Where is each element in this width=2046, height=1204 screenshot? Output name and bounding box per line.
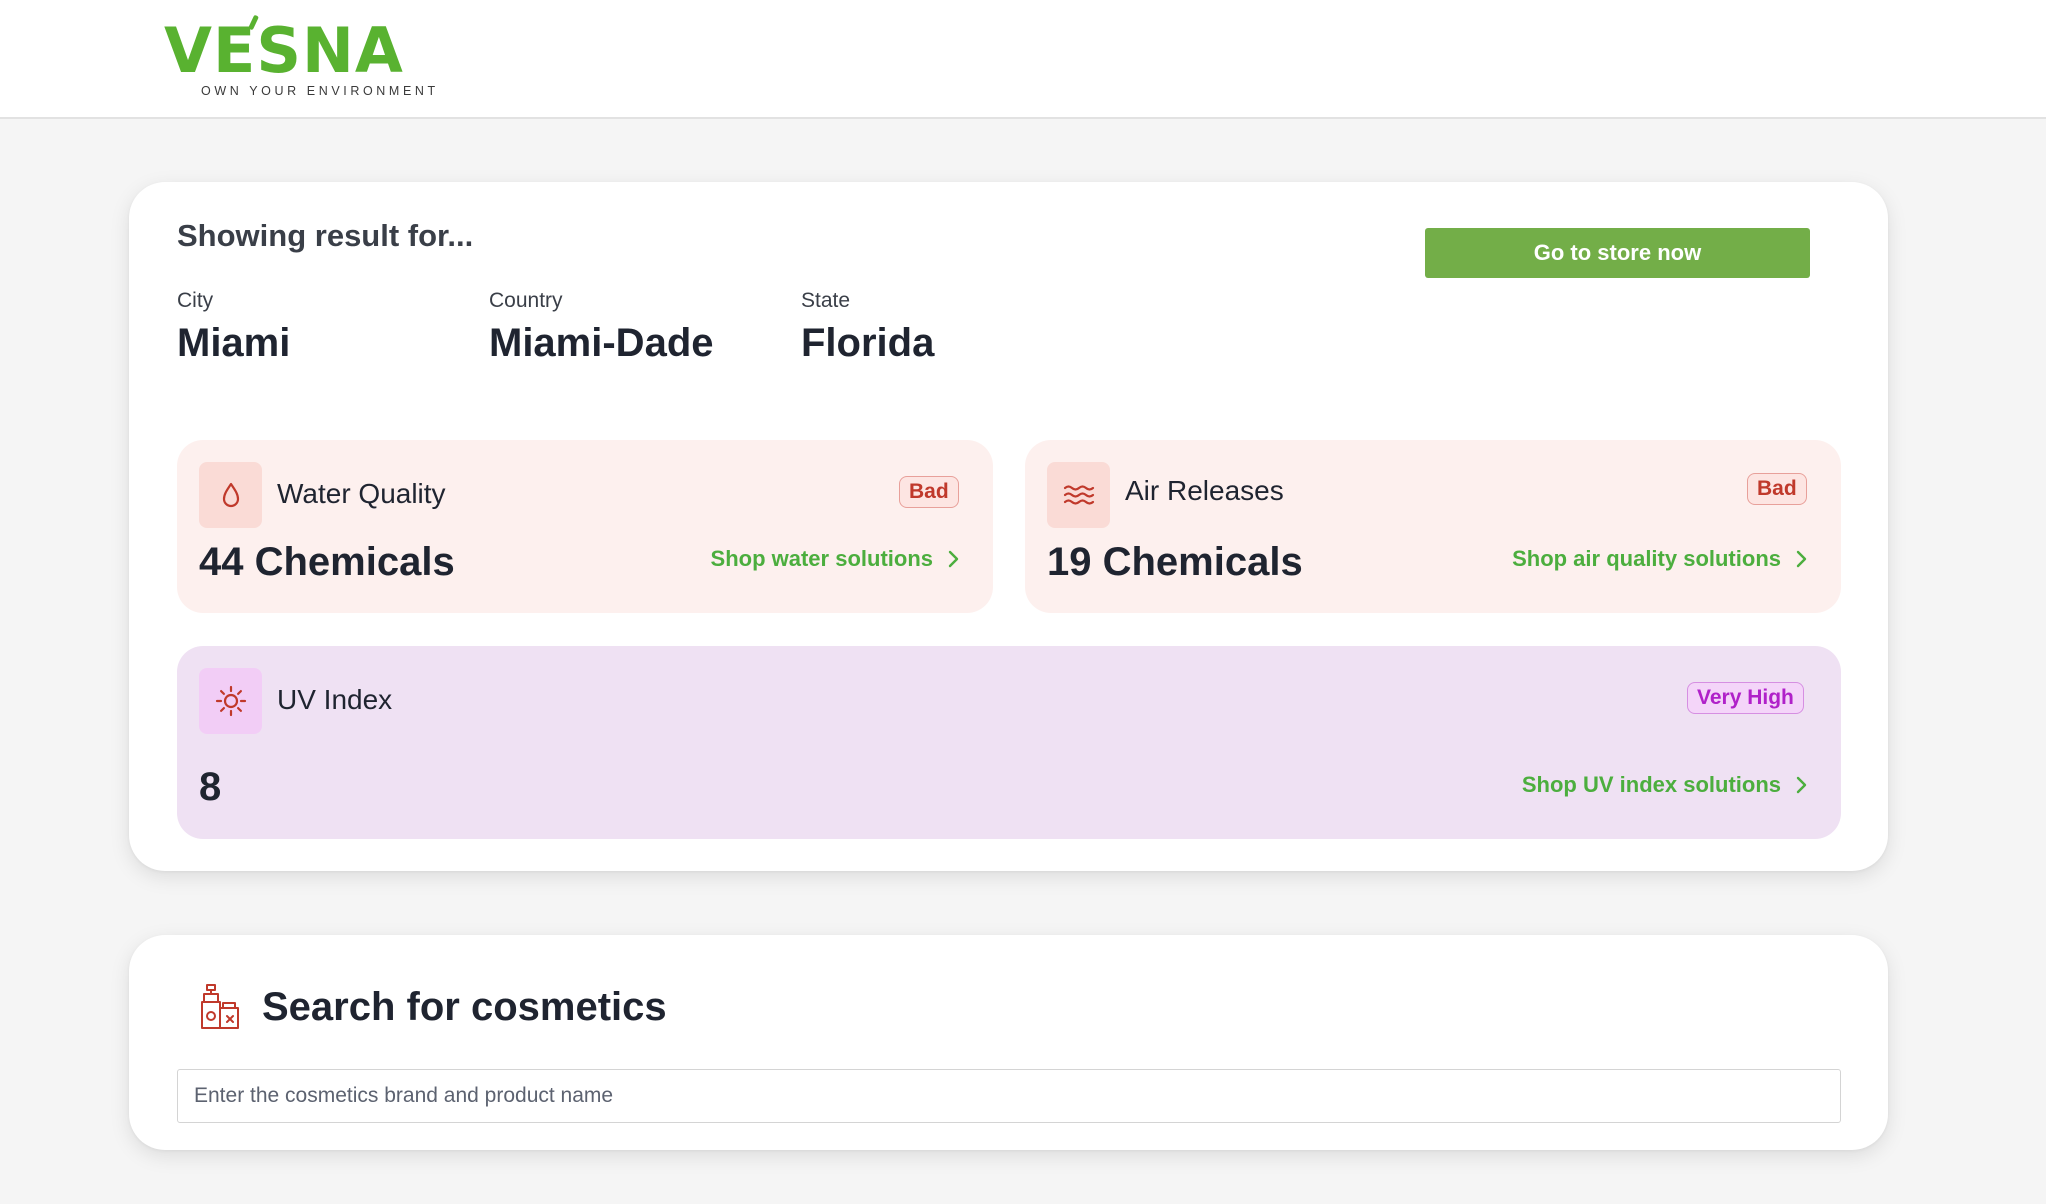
cosmetics-search-card: Search for cosmetics	[129, 935, 1888, 1150]
uv-index-card: UV Index Very High 8 Shop UV index solut…	[177, 646, 1841, 839]
results-card: Showing result for... Go to store now Ci…	[129, 182, 1888, 871]
water-status-badge: Bad	[899, 476, 959, 508]
go-to-store-button[interactable]: Go to store now	[1425, 228, 1810, 278]
shop-uv-index-solutions-label: Shop UV index solutions	[1521, 772, 1781, 797]
state-label: State	[801, 289, 851, 312]
uv-status-badge: Very High	[1687, 682, 1804, 714]
air-chemicals-count: 19 Chemicals	[1047, 540, 1303, 584]
logo-tagline: OWN YOUR ENVIRONMENT	[201, 84, 439, 98]
location-state: State Florida	[801, 288, 934, 366]
uv-index-title: UV Index	[277, 684, 393, 715]
uv-index-value: 8	[199, 765, 222, 809]
location-city: City Miami	[177, 288, 290, 366]
water-quality-title: Water Quality	[277, 478, 446, 509]
water-drop-icon	[199, 462, 262, 528]
air-releases-card: Air Releases Bad 19 Chemicals Shop air q…	[1025, 440, 1841, 613]
water-quality-card: Water Quality Bad 44 Chemicals Shop wate…	[177, 440, 993, 613]
logo-wordmark: VESNA	[164, 14, 404, 87]
shop-water-solutions-link[interactable]: Shop water solutions	[711, 546, 959, 572]
city-label: City	[177, 289, 214, 312]
cosmetics-search-input[interactable]	[177, 1069, 1841, 1123]
chevron-right-icon	[1795, 549, 1807, 569]
water-chemicals-count: 44 Chemicals	[199, 540, 455, 584]
shop-air-quality-solutions-link[interactable]: Shop air quality solutions	[1512, 546, 1807, 572]
shop-air-quality-solutions-label: Shop air quality solutions	[1512, 546, 1781, 571]
results-heading: Showing result for...	[177, 218, 474, 253]
vesna-logo[interactable]: VESNA OWN YOUR ENVIRONMENT	[164, 14, 435, 102]
sun-icon	[199, 668, 262, 734]
state-value: Florida	[801, 321, 935, 365]
chevron-right-icon	[947, 549, 959, 569]
top-header: VESNA OWN YOUR ENVIRONMENT	[0, 0, 2046, 119]
country-label: Country	[489, 289, 563, 312]
air-status-badge: Bad	[1747, 473, 1807, 505]
chevron-right-icon	[1795, 775, 1807, 795]
shop-water-solutions-label: Shop water solutions	[710, 546, 933, 571]
air-waves-icon	[1047, 462, 1110, 528]
air-releases-title: Air Releases	[1125, 475, 1284, 506]
search-cosmetics-title: Search for cosmetics	[262, 985, 667, 1029]
location-country: Country Miami-Dade	[489, 288, 714, 366]
city-value: Miami	[177, 321, 291, 365]
country-value: Miami-Dade	[489, 321, 714, 365]
shop-uv-index-solutions-link[interactable]: Shop UV index solutions	[1522, 772, 1807, 798]
cosmetics-icon	[199, 983, 241, 1031]
